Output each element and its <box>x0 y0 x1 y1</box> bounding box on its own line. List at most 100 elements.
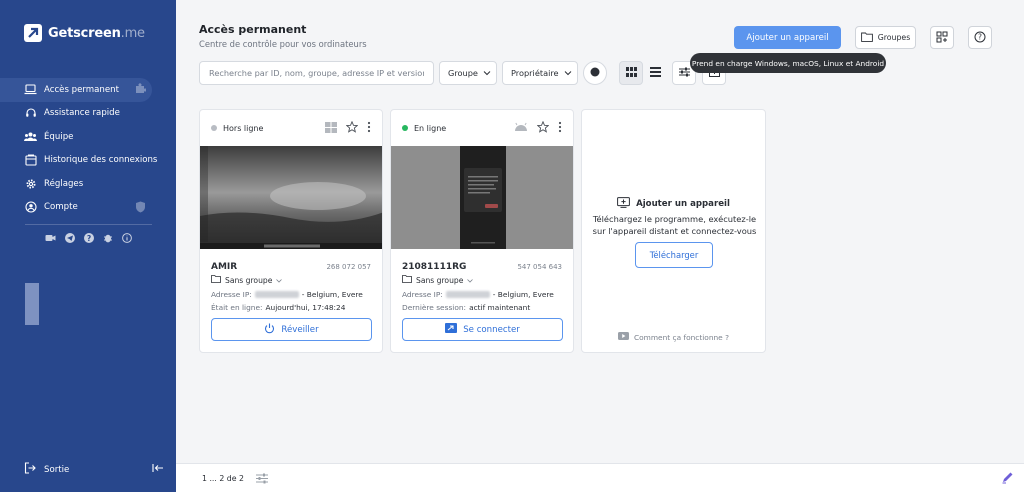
help-button[interactable]: ? <box>968 26 992 49</box>
status-dot <box>402 125 408 131</box>
device-group[interactable]: Sans groupe <box>211 275 283 285</box>
add-screen-icon <box>617 197 630 211</box>
shield-icon <box>135 201 146 216</box>
pagination[interactable]: 1 ... 2 de 2 <box>202 474 244 483</box>
sidebar-item-settings[interactable]: Réglages <box>0 172 176 196</box>
add-device-title-row: Ajouter un appareil <box>582 197 765 211</box>
how-it-works-link[interactable]: Comment ça fonctionne ? <box>582 332 765 342</box>
ip-label: Adresse IP: <box>402 290 443 299</box>
add-device-title: Ajouter un appareil <box>636 199 730 209</box>
device-group[interactable]: Sans groupe <box>402 275 474 285</box>
sidebar-divider <box>25 224 152 225</box>
svg-text:?: ? <box>87 234 91 243</box>
collapse-sidebar-icon[interactable] <box>152 462 164 477</box>
last-session-label: Dernière session: <box>402 303 467 312</box>
groups-label: Groupes <box>877 33 911 42</box>
device-card[interactable]: En ligne 21081111RG 547 054 643 Sans gro… <box>390 109 574 353</box>
page-subtitle: Centre de contrôle pour vos ordinateurs <box>199 39 367 49</box>
logout-icon <box>24 462 36 477</box>
last-session-value: actif maintenant <box>469 303 531 312</box>
list-view-icon <box>649 66 661 80</box>
connect-button[interactable]: Se connecter <box>402 318 563 341</box>
add-device-card: Ajouter un appareil Téléchargez le progr… <box>581 109 766 353</box>
sidebar-item-quick-assist[interactable]: Assistance rapide <box>0 102 176 126</box>
device-card-header: Hors ligne <box>200 110 382 146</box>
sidebar-item-label: Historique des connexions <box>44 155 158 166</box>
device-screenshot[interactable] <box>200 146 382 249</box>
list-view-button[interactable] <box>643 61 667 85</box>
folder-icon <box>402 275 412 285</box>
headset-icon <box>24 107 37 120</box>
more-menu-icon[interactable] <box>558 121 562 135</box>
device-name: 21081111RG <box>402 262 467 272</box>
device-group-label: Sans groupe <box>225 275 273 285</box>
brand-name: Getscreen.me <box>48 25 145 41</box>
puzzle-icon[interactable] <box>134 83 147 98</box>
device-id: 547 054 643 <box>517 263 562 271</box>
telegram-icon[interactable] <box>65 233 75 246</box>
device-screenshot[interactable] <box>391 146 573 249</box>
add-device-tooltip: Prend en charge Windows, macOS, Linux et… <box>690 53 886 73</box>
page-settings-icon[interactable] <box>256 473 268 487</box>
info-icon[interactable] <box>122 233 132 246</box>
star-icon[interactable] <box>345 120 359 135</box>
ip-label: Adresse IP: <box>211 290 252 299</box>
status-dot <box>211 125 217 131</box>
last-online-row: Était en ligne: Aujourd'hui, 17:48:24 <box>211 303 345 312</box>
logout-row[interactable]: Sortie <box>24 462 164 477</box>
laptop-icon <box>24 83 37 96</box>
bug-icon[interactable] <box>103 233 113 246</box>
sidebar: Getscreen.me Accès permanent Assistance … <box>0 0 176 492</box>
sidebar-scroll-thumb[interactable] <box>25 283 39 325</box>
record-dot-icon <box>590 67 600 80</box>
device-status: Hors ligne <box>223 123 264 133</box>
logo-arrow-icon <box>24 24 42 42</box>
sidebar-item-history[interactable]: Historique des connexions <box>0 149 176 173</box>
team-icon <box>24 130 37 143</box>
status-filter-button[interactable] <box>583 61 607 85</box>
sidebar-item-team[interactable]: Équipe <box>0 125 176 149</box>
chevron-down-icon <box>467 276 474 285</box>
gear-icon <box>24 177 37 190</box>
owner-filter-dropdown[interactable]: Propriétaire <box>502 61 578 85</box>
sidebar-item-account[interactable]: Compte <box>0 196 176 220</box>
device-name: AMIR <box>211 262 238 272</box>
android-icon <box>514 122 528 134</box>
last-session-row: Dernière session: actif maintenant <box>402 303 530 312</box>
social-links: ? <box>45 233 132 246</box>
help-circle-icon[interactable]: ? <box>84 233 94 246</box>
wake-button[interactable]: Réveiller <box>211 318 372 341</box>
brand-logo[interactable]: Getscreen.me <box>24 24 145 42</box>
sidebar-item-label: Équipe <box>44 131 74 142</box>
group-filter-dropdown[interactable]: Groupe <box>439 61 497 85</box>
device-card[interactable]: Hors ligne AMIR 268 072 057 Sans groupe <box>199 109 383 353</box>
last-online-label: Était en ligne: <box>211 303 263 312</box>
sidebar-item-label: Assistance rapide <box>44 108 120 119</box>
pen-icon[interactable] <box>1001 471 1014 487</box>
add-device-description: Téléchargez le programme, exécutez-le su… <box>592 214 757 236</box>
power-icon <box>264 323 275 337</box>
sliders-icon <box>678 67 690 80</box>
footer-bar: 1 ... 2 de 2 <box>176 463 1024 492</box>
download-button[interactable]: Télécharger <box>635 242 713 268</box>
grid-view-button[interactable] <box>619 61 643 85</box>
remote-screen-icon <box>445 323 458 336</box>
sidebar-item-label: Réglages <box>44 178 84 189</box>
logout-label[interactable]: Sortie <box>44 465 69 475</box>
group-filter-label: Groupe <box>448 68 478 78</box>
groups-button[interactable]: Groupes <box>855 26 916 49</box>
video-play-icon <box>617 332 629 342</box>
star-icon[interactable] <box>536 120 550 135</box>
svg-text:?: ? <box>978 32 982 41</box>
sidebar-item-permanent-access[interactable]: Accès permanent <box>0 78 152 102</box>
search-input[interactable] <box>199 61 434 85</box>
add-device-button[interactable]: Ajouter un appareil <box>734 26 841 49</box>
ip-redacted <box>254 291 299 298</box>
qr-code-button[interactable] <box>930 26 954 49</box>
camera-icon[interactable] <box>45 233 56 246</box>
wake-label: Réveiller <box>281 324 319 335</box>
device-status: En ligne <box>414 123 447 133</box>
folder-icon <box>860 32 873 44</box>
page-title: Accès permanent <box>199 23 307 36</box>
more-menu-icon[interactable] <box>367 121 371 135</box>
